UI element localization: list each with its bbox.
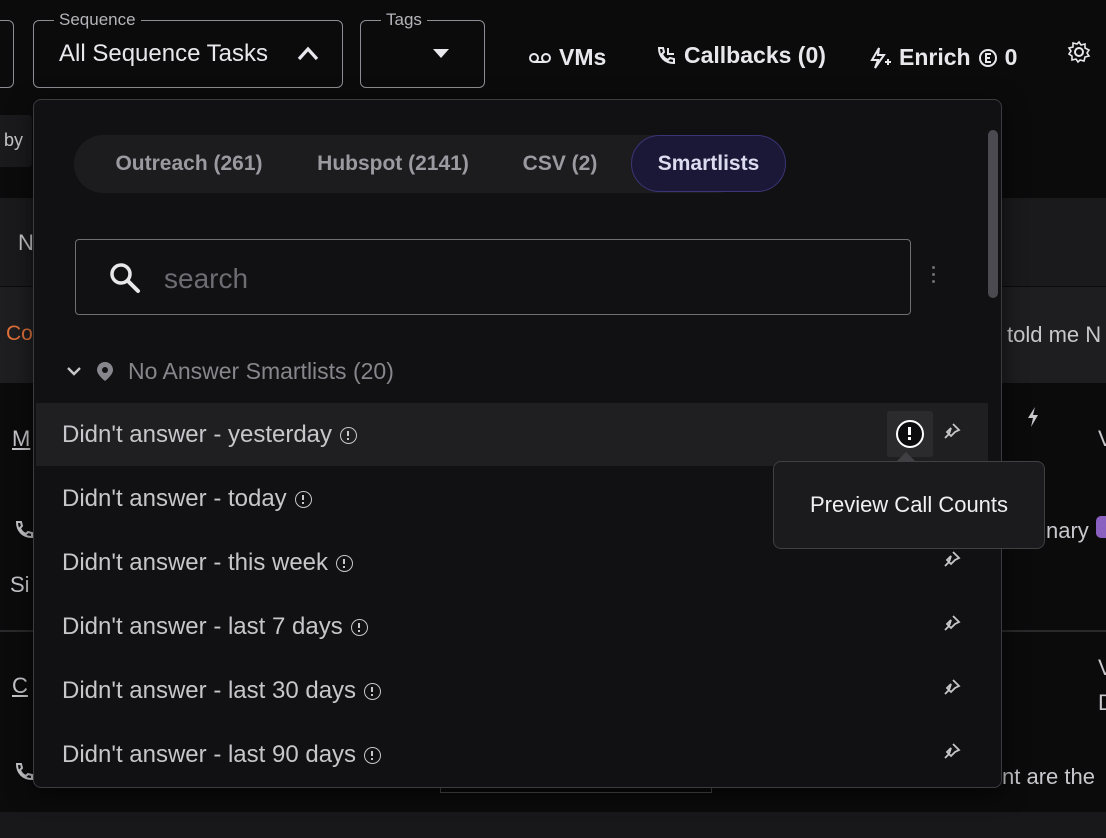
smartlist-item-label-wrap: Didn't answer - yesterday: [62, 421, 358, 449]
summary-partial: nary: [1046, 518, 1089, 543]
summary-emoji: [1096, 516, 1106, 538]
row-partial-si: Si: [10, 572, 30, 597]
search-field[interactable]: [75, 239, 911, 315]
smartlist-item-label: Didn't answer - last 7 days: [62, 613, 343, 640]
chevron-down-icon: [67, 367, 81, 376]
phone-icon-2: [15, 763, 33, 781]
tab-outreach[interactable]: Outreach (261): [94, 135, 284, 193]
smartlist-item[interactable]: Didn't answer - last 30 days: [36, 659, 988, 722]
pin-icon[interactable]: [940, 677, 962, 699]
voicemail-icon: [529, 52, 551, 63]
sequence-legend: Sequence: [54, 10, 141, 30]
filter-box-left[interactable]: [0, 20, 14, 88]
vms-label: VMs: [559, 44, 607, 70]
info-icon[interactable]: [350, 618, 368, 636]
enrich-label: Enrich: [899, 44, 971, 70]
by-label: by: [4, 130, 24, 150]
callbacks-button[interactable]: Callbacks (0): [655, 42, 826, 69]
sequence-select[interactable]: Sequence All Sequence Tasks: [33, 10, 343, 88]
chevron-up-icon: [297, 46, 319, 61]
vms-button[interactable]: VMs: [528, 44, 606, 71]
enrich-count: 0: [1004, 44, 1018, 70]
info-icon[interactable]: [294, 490, 312, 508]
credit-icon: [978, 48, 997, 67]
bottom-band: [0, 812, 1106, 838]
enrich-button[interactable]: Enrich 0: [866, 44, 1017, 71]
preview-call-counts-button[interactable]: [887, 411, 933, 457]
info-icon[interactable]: [336, 554, 354, 572]
smartlist-item[interactable]: Didn't answer - last 7 days: [36, 595, 988, 658]
source-tabs: Outreach (261) Hubspot (2141) CSV (2) Sm…: [74, 135, 786, 193]
tab-smartlists[interactable]: Smartlists: [631, 135, 786, 192]
smartlist-item-label: Didn't answer - today: [62, 485, 287, 512]
sequence-dropdown-panel: Outreach (261) Hubspot (2141) CSV (2) Sm…: [33, 99, 1002, 788]
more-options-icon[interactable]: [927, 262, 939, 294]
tab-hubspot[interactable]: Hubspot (2141): [302, 135, 484, 193]
info-icon[interactable]: [364, 682, 382, 700]
smartlist-item-label-wrap: Didn't answer - this week: [62, 549, 354, 577]
smartlist-item-label-wrap: Didn't answer - last 90 days: [62, 741, 382, 769]
tags-select[interactable]: Tags: [360, 10, 485, 88]
notes-nt-are-the: nt are the: [1002, 764, 1095, 789]
smartlist-item-label: Didn't answer - yesterday: [62, 421, 333, 448]
chevron-down-icon: [433, 49, 449, 58]
smartlist-item[interactable]: Didn't answer - last 90 days: [36, 723, 988, 786]
contact-name-partial[interactable]: M: [12, 426, 30, 452]
status-chip-partial: Co: [6, 322, 33, 345]
sequence-value: All Sequence Tasks: [59, 40, 269, 67]
group-label: No Answer Smartlists (20): [128, 357, 394, 384]
scrollbar-thumb[interactable]: [988, 130, 998, 298]
smartlist-item[interactable]: Didn't answer - yesterday: [36, 403, 988, 466]
smartlist-group-header[interactable]: No Answer Smartlists (20): [66, 356, 394, 386]
smartlist-item-label-wrap: Didn't answer - last 30 days: [62, 677, 382, 705]
search-icon: [110, 263, 140, 293]
info-icon[interactable]: [340, 426, 358, 444]
sparkle-bolt-icon: [870, 46, 891, 69]
row-letter-v: V: [1098, 426, 1106, 451]
callbacks-label: Callbacks (0): [684, 42, 826, 68]
tags-legend: Tags: [381, 10, 427, 30]
location-pin-icon: [97, 362, 113, 381]
gear-icon: [1067, 40, 1091, 64]
pin-icon[interactable]: [940, 613, 962, 635]
smartlist-item-label-wrap: Didn't answer - today: [62, 485, 312, 513]
row-letter-d: D: [1098, 690, 1106, 715]
smartlist-item-label-wrap: Didn't answer - last 7 days: [62, 613, 368, 641]
contact-name-partial-2[interactable]: C: [12, 673, 28, 699]
smartlist-item-label: Didn't answer - last 90 days: [62, 741, 357, 768]
pin-icon[interactable]: [940, 421, 962, 443]
bolt-icon: [1028, 407, 1038, 427]
phone-icon: [15, 521, 33, 539]
notes-told-me: told me N: [1007, 322, 1102, 347]
preview-call-counts-tooltip: Preview Call Counts: [773, 461, 1045, 549]
alert-circle-icon: [896, 420, 924, 448]
pin-icon[interactable]: [940, 549, 962, 571]
row-letter-v2: V: [1098, 655, 1106, 680]
info-icon[interactable]: [364, 746, 382, 764]
settings-button[interactable]: [1067, 40, 1091, 64]
smartlist-item-label: Didn't answer - this week: [62, 549, 329, 576]
smartlist-item-label: Didn't answer - last 30 days: [62, 677, 357, 704]
tab-csv[interactable]: CSV (2): [516, 135, 604, 193]
pin-icon[interactable]: [940, 741, 962, 763]
column-header-partial: N: [18, 230, 34, 255]
search-input[interactable]: [162, 258, 866, 300]
phone-callback-icon: [657, 46, 675, 64]
